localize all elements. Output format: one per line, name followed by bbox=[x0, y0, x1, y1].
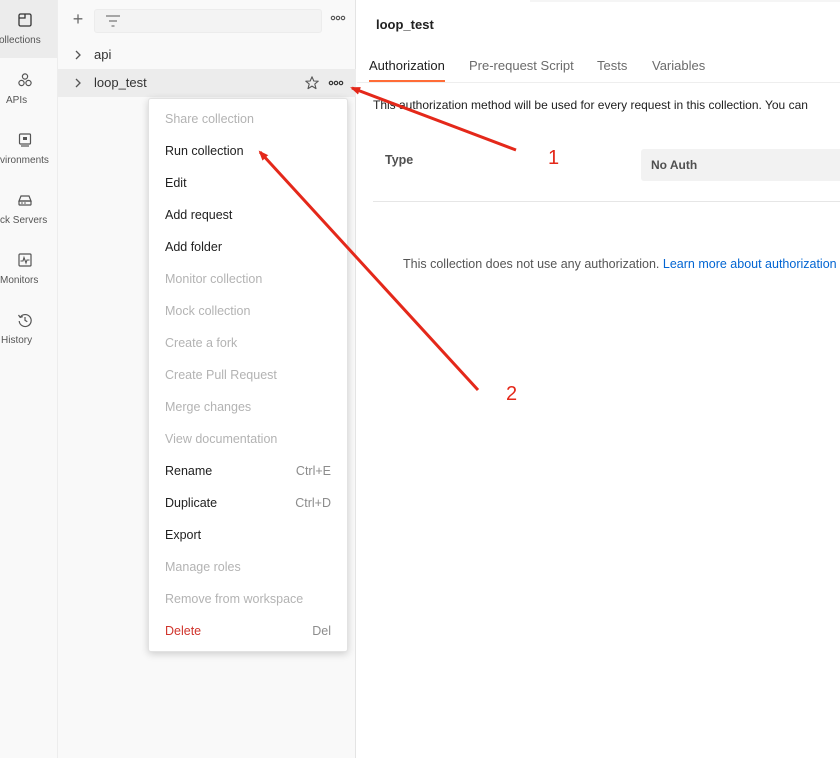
rail-label-history: History bbox=[1, 335, 33, 346]
menu-item-label: Remove from workspace bbox=[165, 592, 304, 606]
tree-label-loop-test: loop_test bbox=[94, 75, 147, 90]
monitors-icon bbox=[17, 252, 33, 268]
rail-item-history[interactable]: History bbox=[0, 300, 57, 358]
menu-item-label: Add folder bbox=[165, 240, 222, 254]
apis-icon bbox=[17, 72, 33, 88]
menu-item-create-fork[interactable]: Create a fork bbox=[149, 328, 347, 360]
chevron-right-icon[interactable] bbox=[72, 77, 84, 89]
menu-item-shortcut: Ctrl+E bbox=[295, 464, 331, 478]
menu-item-label: Delete bbox=[165, 624, 202, 638]
menu-item-monitor-collection[interactable]: Monitor collection bbox=[149, 264, 347, 296]
mock-servers-icon bbox=[17, 192, 33, 208]
annotation-label-2: 2 bbox=[506, 383, 518, 405]
rail-label-mock-servers: ck Servers bbox=[0, 215, 48, 226]
sidebar-search-input[interactable] bbox=[127, 12, 317, 30]
sidebar-search-box[interactable] bbox=[94, 9, 322, 33]
menu-item-label: Merge changes bbox=[165, 400, 252, 414]
menu-item-label: Add request bbox=[165, 208, 233, 222]
menu-item-export[interactable]: Export bbox=[149, 520, 347, 552]
page-title: loop_test bbox=[376, 17, 434, 32]
menu-item-run-collection[interactable]: Run collection bbox=[149, 136, 347, 168]
menu-item-label: Export bbox=[165, 528, 202, 542]
auth-type-select[interactable]: No Auth bbox=[641, 149, 840, 181]
menu-item-label: View documentation bbox=[165, 432, 278, 446]
icon-rail: ollections APIs vironments ck Servers Mo… bbox=[0, 0, 58, 758]
collections-icon bbox=[17, 12, 33, 28]
rail-label-collections: ollections bbox=[0, 35, 41, 46]
annotation-label-1: 1 bbox=[548, 147, 560, 169]
learn-more-auth-link[interactable]: Learn more about authorization bbox=[663, 257, 837, 271]
tab-pre-request-script[interactable]: Pre-request Script bbox=[469, 58, 574, 73]
menu-item-shortcut: Del bbox=[312, 624, 331, 638]
history-icon bbox=[17, 312, 33, 328]
rail-label-environments: vironments bbox=[0, 155, 49, 166]
menu-item-create-pull-request[interactable]: Create Pull Request bbox=[149, 360, 347, 392]
auth-type-value: No Auth bbox=[651, 158, 698, 172]
rail-item-collections[interactable]: ollections bbox=[0, 0, 57, 58]
menu-item-edit[interactable]: Edit bbox=[149, 168, 347, 200]
no-auth-text: This collection does not use any authori… bbox=[403, 257, 660, 271]
tree-row-api[interactable]: api bbox=[58, 41, 356, 69]
menu-item-add-request[interactable]: Add request bbox=[149, 200, 347, 232]
collection-main-panel: loop_test Authorization Pre-request Scri… bbox=[357, 0, 840, 758]
menu-item-remove-from-workspace[interactable]: Remove from workspace bbox=[149, 584, 347, 616]
filter-icon[interactable] bbox=[105, 14, 121, 28]
menu-item-add-folder[interactable]: Add folder bbox=[149, 232, 347, 264]
menu-item-view-documentation[interactable]: View documentation bbox=[149, 424, 347, 456]
rail-item-apis[interactable]: APIs bbox=[0, 60, 57, 118]
menu-item-label: Run collection bbox=[165, 144, 244, 158]
tab-tests[interactable]: Tests bbox=[597, 58, 627, 73]
menu-item-label: Edit bbox=[165, 176, 187, 190]
tabs-divider bbox=[357, 82, 840, 83]
topbar-strip bbox=[530, 0, 840, 2]
tab-authorization[interactable]: Authorization bbox=[369, 58, 445, 73]
star-icon[interactable] bbox=[304, 75, 320, 91]
menu-item-label: Monitor collection bbox=[165, 272, 263, 286]
menu-item-shortcut: Ctrl+D bbox=[295, 496, 331, 510]
collection-context-menu: Share collection Run collection Edit Add… bbox=[148, 98, 348, 652]
menu-item-mock-collection[interactable]: Mock collection bbox=[149, 296, 347, 328]
sidebar-more-icon[interactable] bbox=[330, 12, 346, 24]
auth-description: This authorization method will be used f… bbox=[373, 98, 808, 112]
menu-item-label: Rename bbox=[165, 464, 213, 478]
menu-item-label: Create Pull Request bbox=[165, 368, 277, 382]
tree-label-api: api bbox=[94, 47, 112, 62]
menu-item-duplicate[interactable]: Duplicate Ctrl+D bbox=[149, 488, 347, 520]
rail-item-environments[interactable]: vironments bbox=[0, 120, 57, 178]
chevron-right-icon[interactable] bbox=[72, 49, 84, 61]
collection-more-icon[interactable] bbox=[328, 77, 344, 89]
tree-row-loop-test[interactable]: loop_test bbox=[58, 69, 356, 97]
new-collection-plus-icon[interactable]: + bbox=[70, 10, 86, 28]
menu-item-delete[interactable]: Delete Del bbox=[149, 616, 347, 648]
no-auth-message: This collection does not use any authori… bbox=[403, 257, 837, 271]
rail-item-monitors[interactable]: Monitors bbox=[0, 240, 57, 298]
menu-item-label: Duplicate bbox=[165, 496, 218, 510]
rail-label-apis: APIs bbox=[6, 95, 28, 106]
environments-icon bbox=[17, 132, 33, 148]
rail-item-mock-servers[interactable]: ck Servers bbox=[0, 180, 57, 238]
section-divider bbox=[373, 201, 840, 202]
auth-type-label: Type bbox=[385, 153, 414, 167]
tab-variables[interactable]: Variables bbox=[652, 58, 705, 73]
menu-item-share-collection[interactable]: Share collection bbox=[149, 104, 347, 136]
menu-item-merge-changes[interactable]: Merge changes bbox=[149, 392, 347, 424]
menu-item-label: Mock collection bbox=[165, 304, 251, 318]
menu-item-label: Manage roles bbox=[165, 560, 241, 574]
menu-item-label: Share collection bbox=[165, 112, 254, 126]
menu-item-rename[interactable]: Rename Ctrl+E bbox=[149, 456, 347, 488]
menu-item-manage-roles[interactable]: Manage roles bbox=[149, 552, 347, 584]
menu-item-label: Create a fork bbox=[165, 336, 238, 350]
rail-label-monitors: Monitors bbox=[0, 275, 39, 286]
